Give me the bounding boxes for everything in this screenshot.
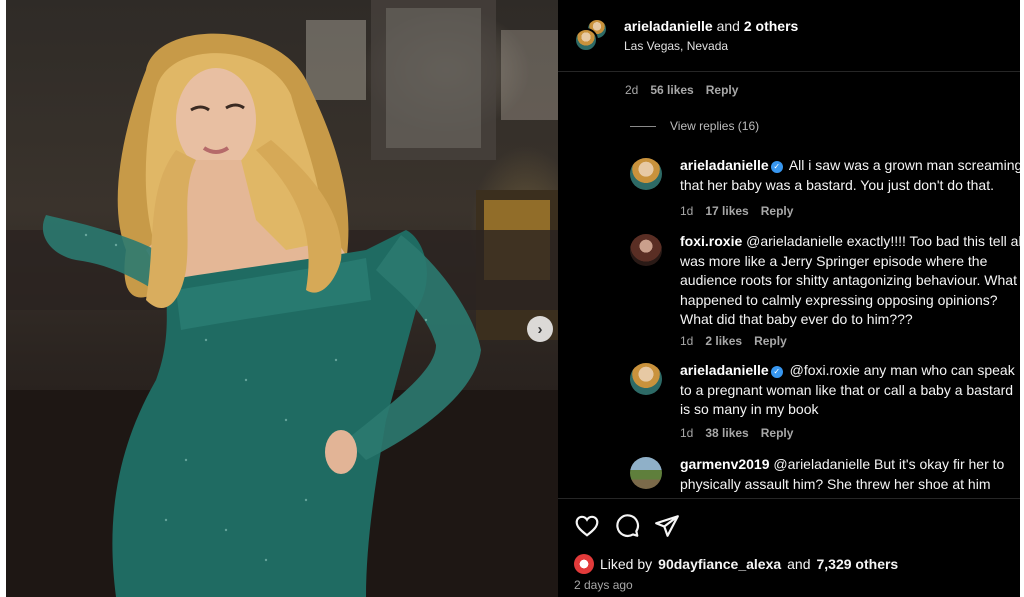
avatar[interactable] bbox=[630, 234, 662, 266]
comment-meta: 1d 38 likes Reply bbox=[680, 426, 793, 440]
action-icons bbox=[574, 513, 680, 539]
liked-by-row: Liked by 90dayfiance_alexa and 7,329 oth… bbox=[574, 554, 898, 574]
heart-icon[interactable] bbox=[574, 513, 600, 539]
liked-by-joiner: and bbox=[787, 556, 811, 572]
comment-body: foxi.roxie @arieladanielle exactly!!!! T… bbox=[680, 232, 1020, 330]
reply-button[interactable]: Reply bbox=[706, 83, 739, 97]
collab-joiner: and bbox=[716, 18, 740, 34]
view-replies-button[interactable]: View replies (16) bbox=[630, 119, 759, 133]
comment-likes[interactable]: 17 likes bbox=[705, 204, 748, 218]
comment-meta: 1d 2 likes Reply bbox=[680, 334, 787, 348]
comment-icon[interactable] bbox=[614, 513, 640, 539]
photo-illustration bbox=[6, 0, 558, 597]
verified-badge-icon: ✓ bbox=[770, 365, 783, 378]
author-username[interactable]: arieladanielle bbox=[624, 18, 713, 34]
reply-button[interactable]: Reply bbox=[761, 204, 794, 218]
post-date: 2 days ago bbox=[574, 578, 633, 592]
author-line: arieladanielle and 2 others bbox=[624, 18, 798, 34]
collab-others-link[interactable]: 2 others bbox=[744, 18, 798, 34]
verified-badge-icon: ✓ bbox=[770, 160, 783, 173]
reply-button[interactable]: Reply bbox=[754, 334, 787, 348]
comment-body: arieladanielle ✓ All i saw was a grown ma… bbox=[680, 156, 1020, 195]
liked-by-prefix: Liked by bbox=[600, 556, 653, 572]
comment-likes[interactable]: 38 likes bbox=[705, 426, 748, 440]
comment-meta: 2d 56 likes Reply bbox=[625, 83, 738, 97]
comment-username[interactable]: garmenv2019 bbox=[680, 456, 770, 472]
comment-username[interactable]: arieladanielle bbox=[680, 157, 769, 173]
comment-likes[interactable]: 2 likes bbox=[705, 334, 742, 348]
comment-age: 1d bbox=[680, 334, 694, 348]
avatar[interactable] bbox=[630, 457, 662, 489]
comment-age: 1d bbox=[680, 204, 694, 218]
avatar[interactable] bbox=[630, 363, 662, 395]
carousel-next-button[interactable]: › bbox=[527, 316, 553, 342]
comment-likes[interactable]: 56 likes bbox=[650, 83, 693, 97]
location-link[interactable]: Las Vegas, Nevada bbox=[624, 39, 728, 53]
action-bar: Liked by 90dayfiance_alexa and 7,329 oth… bbox=[558, 498, 1020, 597]
author-avatar[interactable] bbox=[574, 28, 598, 52]
avatar[interactable] bbox=[630, 158, 662, 190]
comment-meta: 1d 17 likes Reply bbox=[680, 204, 793, 218]
comment-age: 1d bbox=[680, 426, 694, 440]
comments-panel: arieladanielle and 2 others Las Vegas, N… bbox=[558, 0, 1020, 597]
likes-count-link[interactable]: 7,329 others bbox=[817, 556, 899, 572]
page-edge bbox=[1020, 0, 1024, 597]
comment-age: 2d bbox=[625, 83, 639, 97]
post-header: arieladanielle and 2 others Las Vegas, N… bbox=[558, 0, 1020, 72]
reply-button[interactable]: Reply bbox=[761, 426, 794, 440]
comment-username[interactable]: arieladanielle bbox=[680, 362, 769, 378]
comment-body: arieladanielle ✓ @foxi.roxie any man who … bbox=[680, 361, 1020, 420]
divider-line bbox=[630, 125, 656, 127]
liker-username[interactable]: 90dayfiance_alexa bbox=[658, 556, 781, 572]
view-replies-label: View replies (16) bbox=[670, 119, 760, 133]
send-icon[interactable] bbox=[654, 513, 680, 539]
post-photo[interactable]: › bbox=[6, 0, 558, 597]
liker-avatar[interactable] bbox=[574, 554, 594, 574]
chevron-right-icon: › bbox=[537, 320, 543, 338]
comment-username[interactable]: foxi.roxie bbox=[680, 233, 742, 249]
